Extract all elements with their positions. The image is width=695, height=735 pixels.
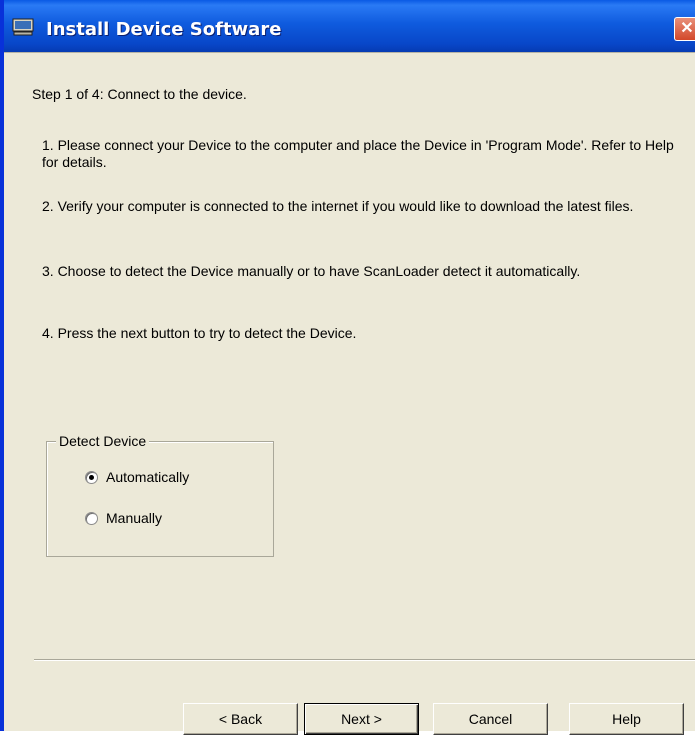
radio-button-unchecked[interactable] <box>85 511 98 525</box>
back-button[interactable]: < Back <box>183 703 298 735</box>
instruction-1: 1. Please connect your Device to the com… <box>42 137 674 170</box>
radio-automatically[interactable]: Automatically <box>85 469 189 485</box>
instruction-3: 3. Choose to detect the Device manually … <box>42 263 581 279</box>
instruction-2: 2. Verify your computer is connected to … <box>42 198 634 214</box>
next-button[interactable]: Next > <box>304 703 419 735</box>
radio-manually[interactable]: Manually <box>85 510 162 526</box>
radio-manually-label: Manually <box>106 510 163 526</box>
close-icon[interactable]: ✕ <box>674 17 695 41</box>
help-button[interactable]: Help <box>569 703 684 735</box>
instruction-4: 4. Press the next button to try to detec… <box>42 325 357 341</box>
detect-device-group: Detect Device Automatically Manually <box>46 433 274 557</box>
computer-icon <box>12 18 34 36</box>
radio-button-checked[interactable] <box>85 470 98 484</box>
footer-separator-highlight <box>34 660 695 661</box>
detect-device-label: Detect Device <box>56 433 150 449</box>
radio-automatically-label: Automatically <box>106 469 190 485</box>
step-heading: Step 1 of 4: Connect to the device. <box>32 86 247 102</box>
window-title: Install Device Software <box>46 19 282 40</box>
install-device-software-window: Install Device Software ✕ Step 1 of 4: C… <box>0 0 695 735</box>
cancel-button[interactable]: Cancel <box>433 703 548 735</box>
title-bar[interactable]: Install Device Software ✕ <box>4 0 695 52</box>
wizard-content: Step 1 of 4: Connect to the device. 1. P… <box>4 52 695 735</box>
